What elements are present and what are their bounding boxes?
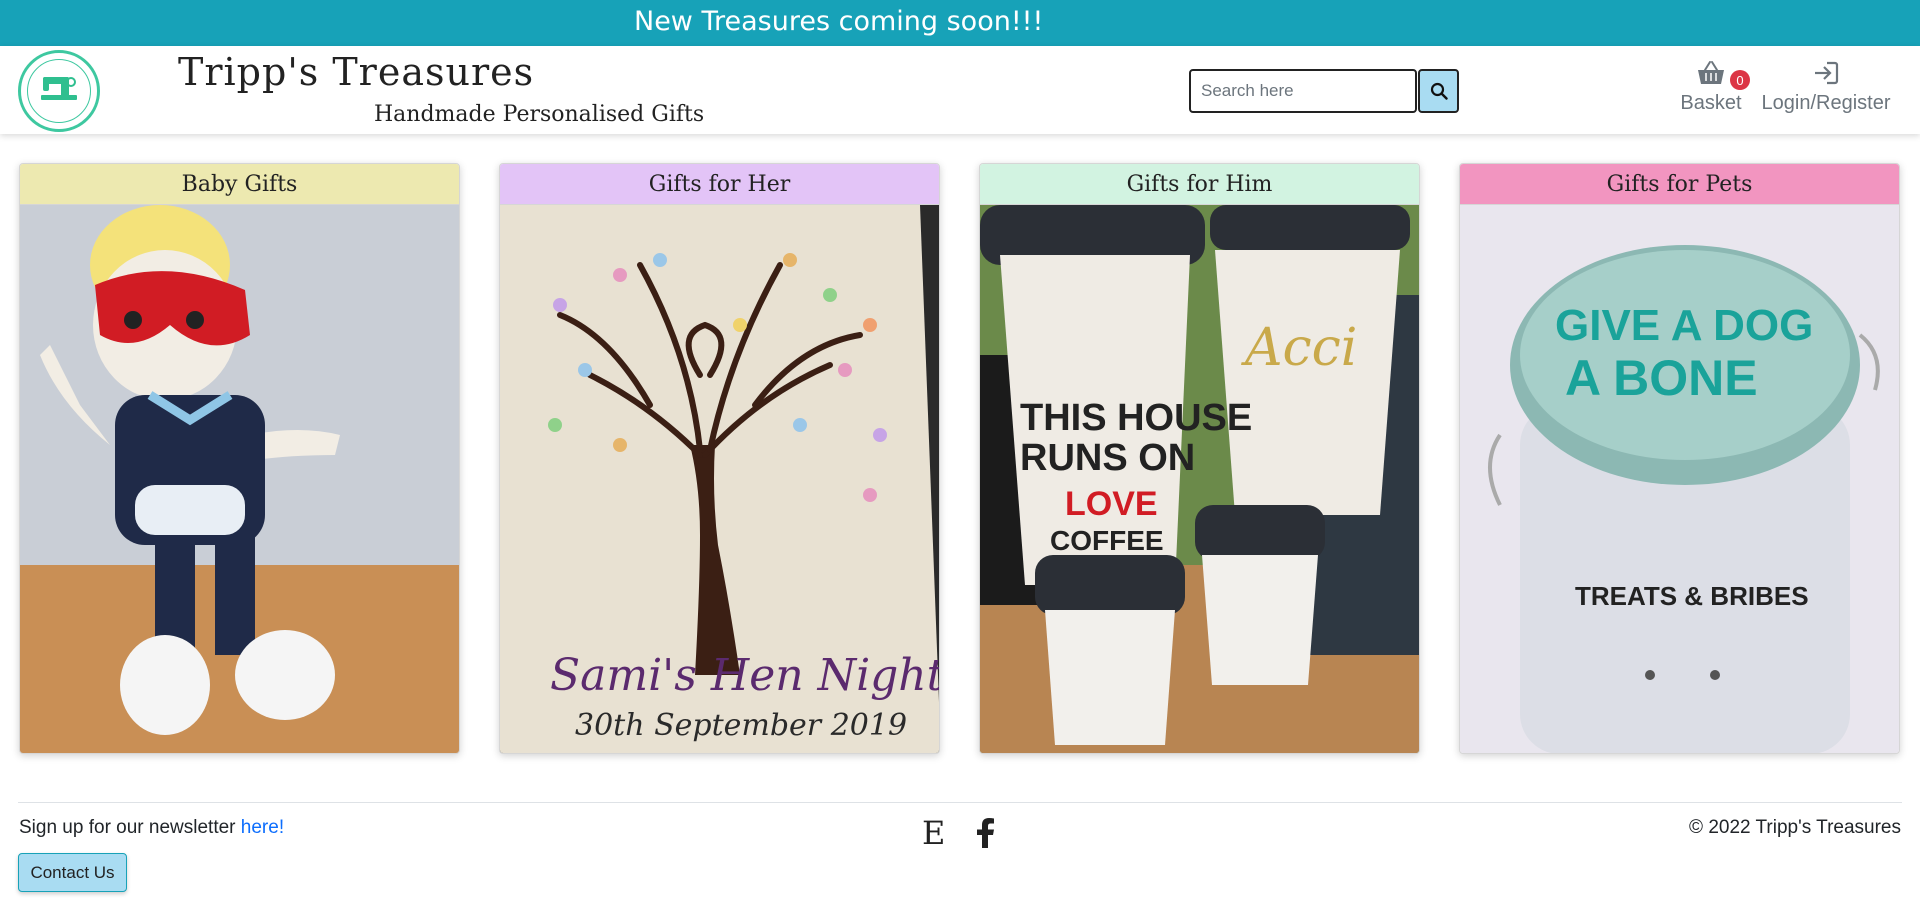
card-title-gifts-for-her: Gifts for Her — [500, 164, 939, 205]
contact-us-button[interactable]: Contact Us — [18, 853, 127, 892]
svg-text:30th September 2019: 30th September 2019 — [575, 708, 907, 743]
newsletter-link[interactable]: here! — [241, 817, 284, 838]
search-button[interactable] — [1418, 69, 1459, 113]
login-register-link[interactable]: Login/Register — [1760, 60, 1892, 115]
sewing-machine-icon — [41, 77, 77, 100]
facebook-icon[interactable] — [974, 818, 996, 853]
navbar: Tripp's Treasures Handmade Personalised … — [0, 46, 1920, 134]
svg-text:COFFEE: COFFEE — [1050, 525, 1164, 556]
search-icon — [1430, 82, 1448, 100]
card-title-gifts-for-pets: Gifts for Pets — [1460, 164, 1899, 205]
copyright-text: © 2022 Tripp's Treasures — [1689, 817, 1901, 838]
card-title-baby-gifts: Baby Gifts — [20, 164, 459, 205]
svg-text:THIS HOUSE: THIS HOUSE — [1020, 397, 1252, 439]
category-card-gifts-for-pets[interactable]: Gifts for Pets GIVE A DOG A BONE TREATS … — [1459, 163, 1900, 754]
card-title-gifts-for-him: Gifts for Him — [980, 164, 1419, 205]
brand-title[interactable]: Tripp's Treasures — [178, 50, 534, 94]
newsletter-text: Sign up for our newsletter — [19, 817, 236, 838]
svg-text:LOVE: LOVE — [1065, 485, 1158, 523]
svg-text:Sami's Hen Night: Sami's Hen Night — [550, 650, 939, 701]
category-card-gifts-for-him[interactable]: Gifts for Him THIS HOUSE RUNS ON LOVE CO… — [979, 163, 1420, 754]
basket-label: Basket — [1680, 92, 1742, 114]
svg-text:TREATS & BRIBES: TREATS & BRIBES — [1575, 581, 1809, 611]
footer-divider — [18, 802, 1902, 803]
announcement-text: New Treasures coming soon!!! — [634, 6, 1044, 37]
category-card-gifts-for-her[interactable]: Gifts for Her Sami's Hen Night 30th Sept… — [499, 163, 940, 754]
coffee-cups-image[interactable]: THIS HOUSE RUNS ON LOVE COFFEE Acci — [980, 205, 1419, 753]
fingerprint-tree-image[interactable]: Sami's Hen Night 30th September 2019 — [500, 205, 939, 753]
announcement-bar: New Treasures coming soon!!! — [0, 0, 1920, 46]
svg-text:GIVE A DOG: GIVE A DOG — [1555, 301, 1813, 350]
basket-link[interactable]: 0 Basket — [1678, 60, 1750, 115]
search-input[interactable] — [1189, 69, 1417, 113]
svg-text:Acci: Acci — [1241, 318, 1357, 378]
svg-text:A BONE: A BONE — [1565, 350, 1758, 406]
category-card-baby-gifts[interactable]: Baby Gifts — [19, 163, 460, 754]
dog-treat-jar-image[interactable]: GIVE A DOG A BONE TREATS & BRIBES — [1460, 205, 1899, 753]
newsletter-signup: Sign up for our newsletter here! — [19, 817, 284, 839]
brand-subtitle: Handmade Personalised Gifts — [374, 102, 705, 127]
etsy-icon[interactable]: E — [922, 814, 945, 852]
basket-count-badge: 0 — [1730, 70, 1750, 90]
svg-text:RUNS ON: RUNS ON — [1020, 437, 1195, 479]
superhero-doll-image[interactable] — [20, 205, 459, 753]
login-register-label: Login/Register — [1761, 92, 1891, 114]
brand-logo[interactable] — [18, 50, 100, 132]
login-icon — [1815, 61, 1839, 85]
basket-icon — [1698, 61, 1724, 84]
